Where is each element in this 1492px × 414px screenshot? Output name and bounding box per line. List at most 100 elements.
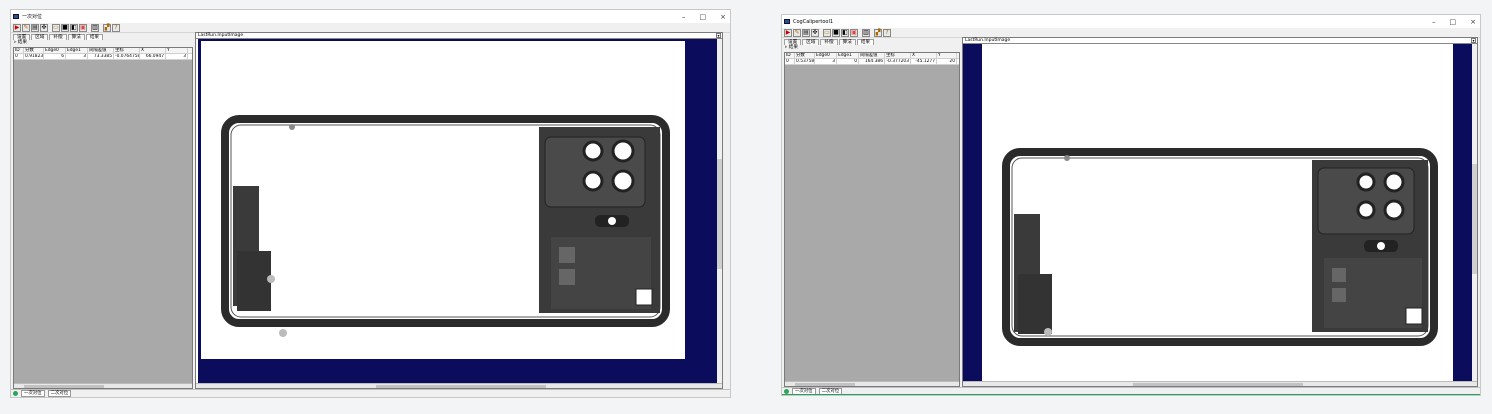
col-header[interactable]: Y [937,53,957,58]
cell: 3 [815,59,837,64]
cell: 3 [166,54,188,59]
col-header[interactable]: Edge1 [837,53,859,58]
bottom-tab-strip: 一次对位 二次对位 [11,389,730,397]
results-pane: ID 分数 Edge0 Edge1 间隔差值 坐标 X Y 0 0.918232… [13,47,193,389]
tab-compensation[interactable]: 补偿 [49,34,67,40]
cell: 0.918232 [25,54,44,59]
minimize-button[interactable]: – [1432,18,1436,26]
col-header[interactable]: ID [785,53,795,58]
app-icon [784,19,790,24]
inspection-image [201,41,685,359]
run-icon[interactable]: ▶ [13,23,21,32]
horizontal-scrollbar[interactable] [14,383,192,388]
col-header[interactable]: 坐标 [114,48,140,53]
col-header[interactable]: 间隔差值 [88,48,114,53]
phone-frame-image [1002,148,1438,346]
col-header[interactable]: 间隔差值 [859,53,885,58]
tool-window-b: CogCalipertool1 – □ × ▶ ✎ ▤ ✜ ▭ ■ ◧ ▣ ▥ … [781,14,1481,396]
phone-frame-image [221,115,670,337]
open-icon[interactable]: ▭ [52,23,60,32]
chevron-down-icon[interactable]: ▾ [716,33,721,38]
close-button[interactable]: × [1470,18,1476,26]
tree-label: 结果 [17,40,27,45]
tool-icon[interactable]: ✜ [40,23,48,32]
window-title: CogCalipertool1 [793,18,834,25]
open-icon[interactable]: ▭ [823,28,831,37]
window-title: 一次对位 [22,14,43,20]
cell: -0.377203 [886,59,911,64]
inspection-image [982,44,1453,381]
app-icon [13,14,19,19]
cell: 3 [66,54,88,59]
image-horizontal-scrollbar[interactable] [963,381,1477,386]
col-header[interactable]: Edge0 [44,48,66,53]
cell: 20 [937,59,957,64]
col-header[interactable]: X [911,53,937,58]
capture-icon[interactable]: ▣ [850,28,858,37]
col-header[interactable]: Edge1 [66,48,88,53]
capture-icon[interactable]: ▣ [79,23,87,32]
col-header[interactable]: Edge0 [815,53,837,58]
display-icon[interactable]: ▥ [862,28,870,37]
tab-results[interactable]: 结果 [856,39,875,45]
vertical-scrollbar[interactable] [1472,44,1477,381]
image-display[interactable]: LastRun.InputImage ▾ [195,32,723,389]
tree-label: 结果 [788,45,798,50]
edit-icon[interactable]: ✎ [793,28,801,37]
tab-algorithm[interactable]: 算法 [67,34,85,40]
help-icon[interactable]: ? [112,23,120,32]
tool-window-a: 一次对位 – □ × ▶ ✎ ▤ ✜ ▭ ■ ◧ ▣ ▥ ▞ ? 设置 区域 补… [10,9,731,398]
run-icon[interactable]: ▶ [784,28,792,37]
cell: 0 [14,54,24,59]
grab-icon[interactable]: ◧ [841,28,849,37]
cell: 0.537580 [796,59,815,64]
cell: -45.1277 [911,59,937,64]
tab-algorithm[interactable]: 算法 [838,39,856,45]
col-header[interactable]: 分数 [24,48,44,53]
edit-icon[interactable]: ✎ [22,23,30,32]
grab-icon[interactable]: ◧ [70,23,78,32]
image-icon[interactable]: ▤ [31,23,39,32]
chevron-down-icon[interactable]: ▾ [1471,38,1476,43]
chart-icon[interactable]: ▞ [874,28,882,37]
chart-icon[interactable]: ▞ [103,23,111,32]
cell: 66.0947 [140,54,166,59]
image-horizontal-scrollbar[interactable] [196,383,722,388]
save-icon[interactable]: ■ [61,23,69,32]
display-icon[interactable]: ▥ [91,23,99,32]
col-header[interactable]: 分数 [795,53,815,58]
image-display[interactable]: LastRun.InputImage ▾ [962,37,1478,387]
results-grid: ID 分数 Edge0 Edge1 间隔差值 坐标 X Y 0 0.918232… [14,48,192,60]
tab-results[interactable]: 结果 [85,34,104,40]
status-icon [13,391,18,396]
results-pane: ID 分数 Edge0 Edge1 间隔差值 坐标 X Y 0 0.537580… [784,52,960,387]
results-grid: ID 分数 Edge0 Edge1 间隔差值 坐标 X Y 0 0.537580… [785,53,959,65]
maximize-button[interactable]: □ [700,13,707,21]
col-header[interactable]: 坐标 [885,53,911,58]
cell: 73.3385 [88,54,114,59]
minimize-button[interactable]: – [682,13,686,21]
save-icon[interactable]: ■ [832,28,840,37]
title-bar: 一次对位 – □ × [11,10,730,23]
cell: 0 [785,59,795,64]
tab-second-alignment[interactable]: 二次对位 [47,390,72,397]
status-indicator-line [782,394,1480,395]
help-icon[interactable]: ? [883,28,891,37]
tab-compensation[interactable]: 补偿 [820,39,838,45]
col-header[interactable]: X [140,48,166,53]
col-header[interactable]: Y [166,48,188,53]
cell: 0 [837,59,859,64]
col-header[interactable]: ID [14,48,24,53]
tab-first-alignment[interactable]: 一次对位 [21,390,45,397]
vertical-scrollbar[interactable] [717,39,722,383]
tab-region[interactable]: 区域 [802,39,820,45]
horizontal-scrollbar[interactable] [785,381,959,386]
cell: 164.386 [859,59,885,64]
table-row[interactable]: 0 0.537580 3 0 164.386 -0.377203 -45.127… [785,59,959,65]
close-button[interactable]: × [720,13,726,21]
tool-icon[interactable]: ✜ [811,28,819,37]
maximize-button[interactable]: □ [1450,18,1457,26]
tab-region[interactable]: 区域 [31,34,49,40]
table-row[interactable]: 0 0.918232 6 3 73.3385 -0.0764758 66.094… [14,54,192,60]
image-icon[interactable]: ▤ [802,28,810,37]
